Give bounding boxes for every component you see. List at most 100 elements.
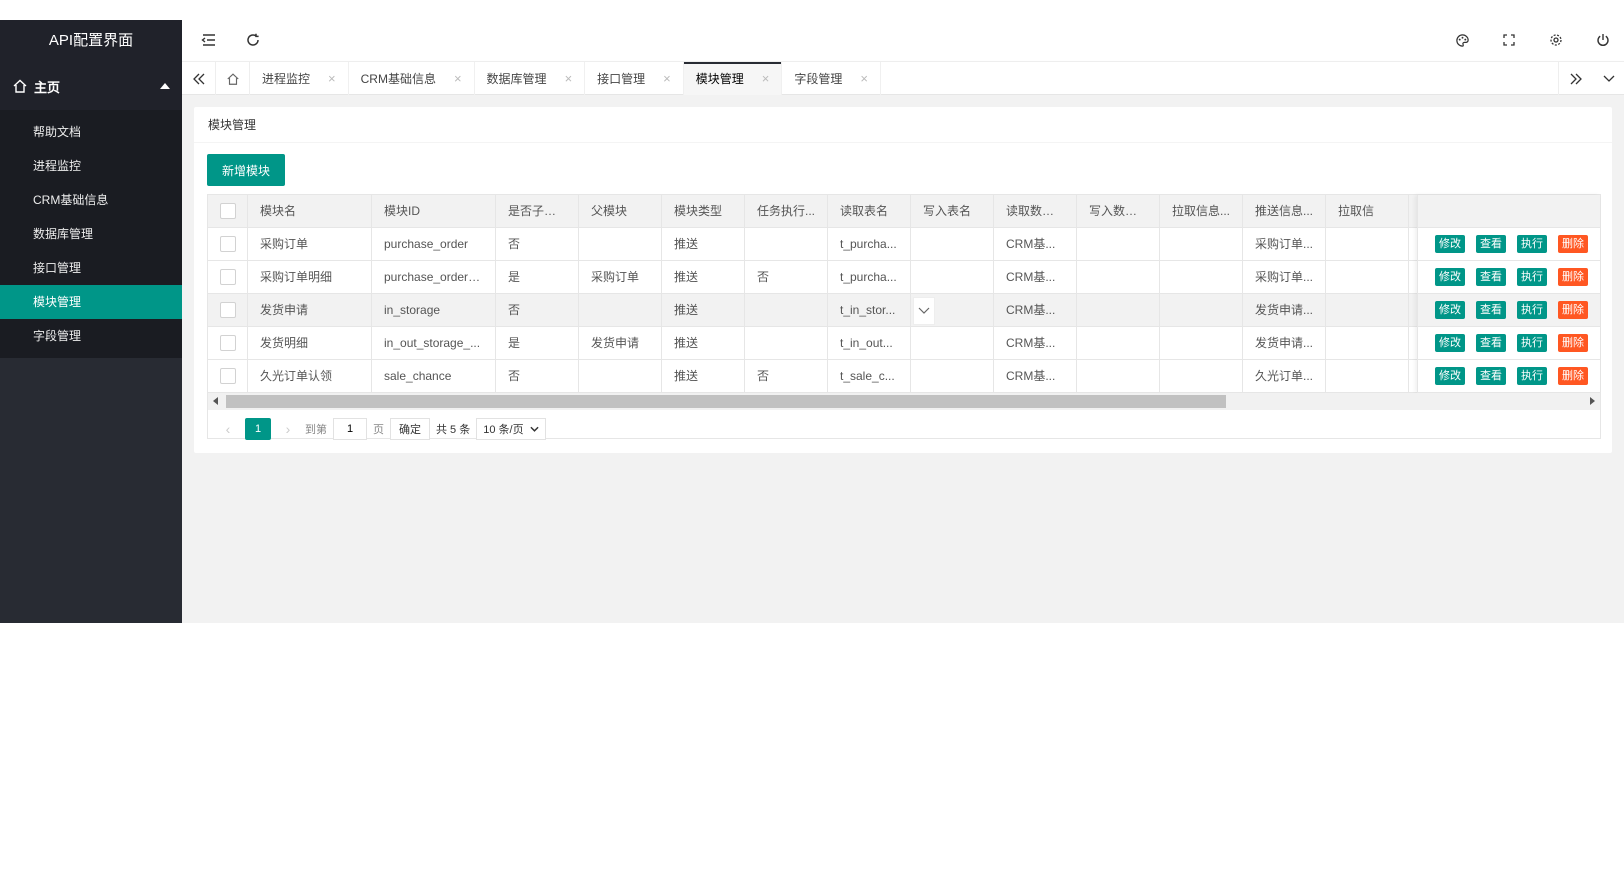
table-row: 发货明细 in_out_storage_... 是发货申请 推送 t_in_out...… (208, 327, 1600, 360)
column-header[interactable]: 模块类型 (662, 195, 745, 227)
view-button[interactable]: 查看 (1476, 235, 1506, 253)
view-button[interactable]: 查看 (1476, 367, 1506, 385)
column-header[interactable]: 读取数据库 (994, 195, 1077, 227)
menu-collapse-icon[interactable] (199, 30, 219, 50)
tab-module[interactable]: 模块管理 × (683, 62, 783, 95)
cell-expand-chevron-down-icon[interactable] (913, 297, 935, 325)
run-button[interactable]: 执行 (1517, 301, 1547, 319)
scrollbar-thumb[interactable] (226, 395, 1226, 408)
row-checkbox[interactable] (219, 236, 236, 252)
page-input[interactable] (333, 418, 367, 440)
table-cell: t_purcha... (828, 261, 911, 293)
tab-field[interactable]: 字段管理 × (782, 62, 881, 95)
delete-button[interactable]: 删除 (1558, 367, 1588, 385)
add-module-button[interactable]: 新增模块 (207, 154, 285, 186)
close-icon[interactable]: × (663, 71, 671, 86)
column-header[interactable]: 写入数据库 (1077, 195, 1160, 227)
sidebar-item-interface[interactable]: 接口管理 (0, 251, 182, 285)
delete-button[interactable]: 删除 (1558, 235, 1588, 253)
run-button[interactable]: 执行 (1517, 334, 1547, 352)
table-row: 采购订单 purchase_order 否 推送 t_purcha... CRM基... 采… (208, 228, 1600, 261)
close-icon[interactable]: × (454, 71, 462, 86)
prev-page-icon[interactable]: ‹ (217, 418, 239, 440)
sidebar-item-crm-info[interactable]: CRM基础信息 (0, 183, 182, 217)
sidebar-item-database[interactable]: 数据库管理 (0, 217, 182, 251)
table-cell (1326, 360, 1409, 392)
nav-home[interactable]: 主页 (0, 62, 182, 110)
sidebar-item-process-monitor[interactable]: 进程监控 (0, 149, 182, 183)
table-cell: 发货申请... (1243, 327, 1326, 359)
power-icon[interactable] (1593, 30, 1613, 50)
row-checkbox[interactable] (219, 302, 236, 318)
column-header[interactable]: 任务执行... (745, 195, 828, 227)
tab-crm-info[interactable]: CRM基础信息 × (349, 62, 475, 95)
column-header[interactable]: 写入表名 (911, 195, 994, 227)
sidebar-item-field[interactable]: 字段管理 (0, 319, 182, 353)
column-header[interactable]: 读取表名 (828, 195, 911, 227)
header-checkbox-cell (208, 195, 248, 227)
close-icon[interactable]: × (860, 71, 868, 86)
column-header[interactable]: 拉取信息... (1160, 195, 1243, 227)
column-header[interactable]: 拉取信 (1326, 195, 1409, 227)
column-header[interactable]: 模块ID (372, 195, 496, 227)
tabs-scroll-right-icon[interactable] (1558, 62, 1592, 95)
table-cell (1326, 294, 1409, 326)
column-header[interactable]: 推送信息... (1243, 195, 1326, 227)
row-checkbox[interactable] (219, 368, 236, 384)
app-title: API配置界面 (0, 20, 182, 62)
delete-button[interactable]: 删除 (1558, 334, 1588, 352)
tab-home-icon[interactable] (216, 62, 250, 95)
delete-button[interactable]: 删除 (1558, 301, 1588, 319)
next-page-icon[interactable]: › (277, 418, 299, 440)
sidebar-item-help[interactable]: 帮助文档 (0, 115, 182, 149)
table-cell: 采购订单... (1243, 261, 1326, 293)
table-cell: 采购订单... (1243, 228, 1326, 260)
run-button[interactable]: 执行 (1517, 367, 1547, 385)
select-all-checkbox[interactable] (219, 203, 236, 219)
sidebar-item-module[interactable]: 模块管理 (0, 285, 182, 319)
edit-button[interactable]: 修改 (1435, 301, 1465, 319)
table-cell: 推送 (662, 261, 745, 293)
edit-button[interactable]: 修改 (1435, 235, 1465, 253)
horizontal-scrollbar[interactable] (208, 393, 1600, 410)
view-button[interactable]: 查看 (1476, 301, 1506, 319)
column-header[interactable]: 模块名 (248, 195, 372, 227)
tab-database[interactable]: 数据库管理 × (475, 62, 586, 95)
edit-button[interactable]: 修改 (1435, 334, 1465, 352)
close-icon[interactable]: × (565, 71, 573, 86)
scroll-left-icon[interactable] (213, 397, 218, 405)
column-header[interactable]: 父模块 (579, 195, 662, 227)
table-header-row: 模块名 模块ID 是否子模块 父模块 模块类型 任务执行... 读取表名 写入表名 读取数据库写… (208, 195, 1600, 228)
edit-button[interactable]: 修改 (1435, 268, 1465, 286)
scroll-right-icon[interactable] (1590, 397, 1595, 405)
table-cell: 采购订单 (579, 261, 662, 293)
refresh-icon[interactable] (243, 30, 263, 50)
row-checkbox[interactable] (219, 335, 236, 351)
tabs-menu-chevron-down-icon[interactable] (1592, 62, 1624, 95)
settings-icon[interactable] (1546, 30, 1566, 50)
tab-interface[interactable]: 接口管理 × (585, 62, 684, 95)
confirm-page-button[interactable]: 确定 (390, 418, 430, 440)
run-button[interactable]: 执行 (1517, 235, 1547, 253)
page-current[interactable]: 1 (245, 418, 271, 440)
close-icon[interactable]: × (762, 71, 770, 86)
delete-button[interactable]: 删除 (1558, 268, 1588, 286)
tab-process-monitor[interactable]: 进程监控 × (250, 62, 349, 95)
theme-icon[interactable] (1452, 30, 1472, 50)
table-cell: CRM基... (994, 294, 1077, 326)
edit-button[interactable]: 修改 (1435, 367, 1465, 385)
tabs-bar: 进程监控 × CRM基础信息 × 数据库管理 × 接口管理 × 模块管理 × 字段管理 × (182, 61, 1624, 95)
tabs-scroll-left-icon[interactable] (182, 62, 216, 95)
table-cell (579, 294, 662, 326)
run-button[interactable]: 执行 (1517, 268, 1547, 286)
table-cell: 发货申请... (1243, 294, 1326, 326)
column-header[interactable]: 是否子模块 (496, 195, 579, 227)
close-icon[interactable]: × (328, 71, 336, 86)
fullscreen-icon[interactable] (1499, 30, 1519, 50)
view-button[interactable]: 查看 (1476, 268, 1506, 286)
table-cell (911, 261, 994, 293)
row-checkbox[interactable] (219, 269, 236, 285)
page-size-select[interactable]: 10 条/页 (476, 418, 546, 440)
view-button[interactable]: 查看 (1476, 334, 1506, 352)
caret-up-icon (160, 83, 170, 89)
